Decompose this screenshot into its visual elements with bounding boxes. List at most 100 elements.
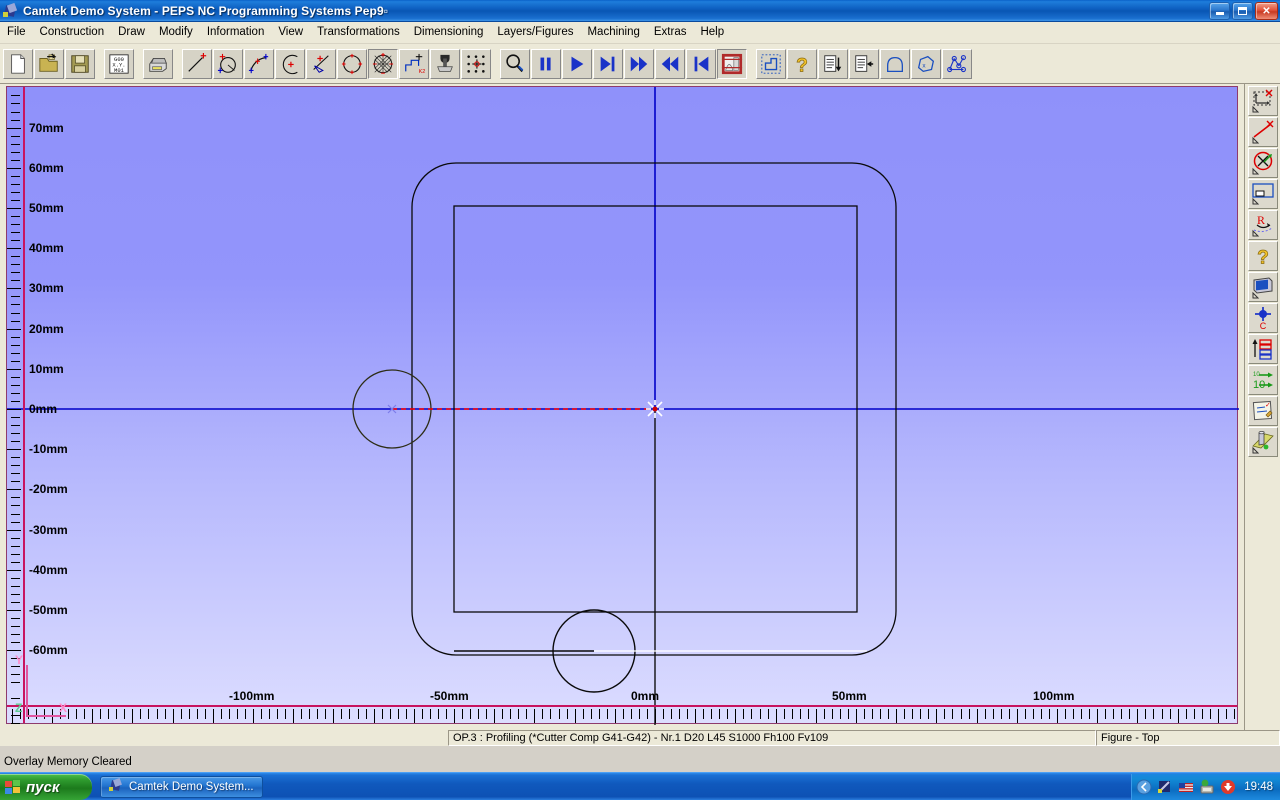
ruler-label-v: 40mm xyxy=(29,241,64,256)
toolbar-button-draw-arc[interactable] xyxy=(244,48,274,79)
ruler-tick-minor xyxy=(325,709,327,719)
toolbar-button-printer[interactable] xyxy=(143,48,173,79)
toolbar-button-node-network[interactable] xyxy=(942,48,972,79)
vertical-ruler[interactable]: 70mm 60mm 50mm 40mm 30mm 20mm 10mm 0mm -10mm -20m… xyxy=(7,87,68,724)
toolbar-button-fast-rewind[interactable] xyxy=(655,48,685,79)
ruler-tick-minor xyxy=(663,709,665,719)
ruler-tick-minor xyxy=(920,709,922,719)
printer-icon xyxy=(149,57,167,72)
ruler-tick-minor xyxy=(703,709,705,719)
toolbar-button-shape-outline-x[interactable]: x xyxy=(911,48,941,79)
ruler-tick-minor xyxy=(711,709,713,719)
ruler-label-v: 0mm xyxy=(29,402,58,416)
right-toolbar-button-dimension-box[interactable] xyxy=(1247,86,1278,116)
nc-code-g00-icon: G00X.Y.M01 xyxy=(109,53,129,73)
menu-dimensioning[interactable]: Dimensioning xyxy=(407,23,491,43)
toolbar-button-draw-circle-center[interactable] xyxy=(275,48,305,79)
toolbar-button-zoom-magnifier[interactable] xyxy=(500,48,530,79)
right-toolbar-button-layers-updown[interactable] xyxy=(1247,334,1278,364)
toolbar-button-help-question[interactable]: ? xyxy=(787,48,817,79)
ruler-tick-minor xyxy=(365,709,367,719)
menu-extras[interactable]: Extras xyxy=(647,23,694,43)
toolbar-button-point-grid[interactable] xyxy=(461,48,491,79)
ruler-tick-major xyxy=(333,709,335,723)
menu-view[interactable]: View xyxy=(271,23,310,43)
toolbar-button-pause[interactable] xyxy=(531,48,561,79)
ruler-tick-major xyxy=(614,709,616,723)
right-toolbar-button-center-crosshair-c[interactable]: C xyxy=(1247,303,1278,333)
ruler-tick-minor xyxy=(526,709,528,719)
ruler-label-v: 50mm xyxy=(29,201,64,215)
menu-bar: File Construction Draw Modify Information Vie… xyxy=(0,22,1280,44)
ruler-tick-minor xyxy=(839,709,841,719)
menu-draw[interactable]: Draw xyxy=(111,23,152,43)
toolbar-button-save-diskette[interactable] xyxy=(65,48,95,79)
right-toolbar-button-radius-r[interactable]: R xyxy=(1247,210,1278,240)
toolbar-button-list-left[interactable] xyxy=(849,48,879,79)
canvas-frame[interactable]: 70mm 60mm 50mm 40mm 30mm 20mm 10mm 0mm -10mm -20m… xyxy=(6,86,1239,725)
drawing-area[interactable]: 70mm 60mm 50mm 40mm 30mm 20mm 10mm 0mm -10mm -20m… xyxy=(0,84,1244,730)
taskbar-clock[interactable]: 19:48 xyxy=(1244,781,1273,793)
right-toolbar-button-notes-clipboard[interactable]: ✓ xyxy=(1247,396,1278,426)
toolbar-button-hatch-fill[interactable] xyxy=(368,48,398,79)
menu-layers-figures[interactable]: Layers/Figures xyxy=(490,23,580,43)
menu-information[interactable]: Information xyxy=(200,23,272,43)
toolbar-button-open-folder[interactable] xyxy=(34,48,64,79)
right-toolbar-button-monitor-screen[interactable] xyxy=(1247,272,1278,302)
menu-machining[interactable]: Machining xyxy=(580,23,646,43)
toolbar-button-contour-k2[interactable]: K2 xyxy=(399,48,429,79)
toolbar-button-new-file[interactable] xyxy=(3,48,33,79)
toolbar-button-tool-mill[interactable] xyxy=(430,48,460,79)
language-flag-icon[interactable] xyxy=(1178,779,1194,795)
ruler-tick-minor xyxy=(984,709,986,719)
toolbar-button-list-down[interactable] xyxy=(818,48,848,79)
right-toolbar-button-cylinder-3d[interactable] xyxy=(1247,427,1278,457)
toolbar-button-fast-forward[interactable] xyxy=(624,48,654,79)
right-toolbar-button-dimension-line[interactable] xyxy=(1247,117,1278,147)
toolbar-button-play[interactable] xyxy=(562,48,592,79)
menu-transformations[interactable]: Transformations xyxy=(310,23,407,43)
camtek-tray-icon[interactable] xyxy=(1157,779,1173,795)
horizontal-ruler[interactable]: -100mm -50mm 0mm 50mm 100mm xyxy=(7,689,1237,723)
ruler-tick-minor xyxy=(1233,709,1235,719)
ruler-tick-major xyxy=(7,127,21,129)
restore-button[interactable] xyxy=(1232,2,1253,20)
menu-file[interactable]: File xyxy=(0,23,33,43)
ruler-tick-minor xyxy=(11,465,20,467)
menu-help[interactable]: Help xyxy=(693,23,731,43)
ruler-tick-minor xyxy=(11,191,20,193)
ruler-tick-minor xyxy=(11,384,20,386)
window-title: Camtek Demo System - PEPS NC Programming… xyxy=(23,3,389,18)
ruler-tick-minor xyxy=(11,183,20,185)
close-button[interactable]: ✕ xyxy=(1255,2,1278,20)
right-toolbar-button-delete-circle[interactable] xyxy=(1247,148,1278,178)
menu-modify[interactable]: Modify xyxy=(152,23,200,43)
right-toolbar-button-help-question[interactable]: ? xyxy=(1247,241,1278,271)
toolbar-button-nc-code-g00[interactable]: G00 X.Y. M01 xyxy=(104,48,134,79)
network-disk-icon[interactable] xyxy=(1199,779,1215,795)
toolbar-button-shape-solid[interactable] xyxy=(880,48,910,79)
minimize-button[interactable] xyxy=(1209,2,1230,20)
toolbar-button-draw-line[interactable] xyxy=(182,48,212,79)
ruler-tick-major xyxy=(655,709,656,723)
update-arrow-icon[interactable] xyxy=(1220,779,1236,795)
menu-construction[interactable]: Construction xyxy=(33,23,112,43)
toolbar-button-draw-tangent[interactable] xyxy=(306,48,336,79)
toolbar-button-simulation-solid[interactable] xyxy=(717,48,747,79)
toolbar-button-rewind-to-start[interactable] xyxy=(686,48,716,79)
right-toolbar-button-window-zoom[interactable] xyxy=(1247,179,1278,209)
delete-circle-icon xyxy=(1252,151,1272,175)
ruler-tick-major xyxy=(7,248,21,250)
ruler-tick-minor xyxy=(1225,709,1227,719)
start-button[interactable]: пуск xyxy=(0,774,92,800)
ruler-tick-minor xyxy=(944,709,946,719)
toolbar-button-draw-circle-4pt[interactable] xyxy=(337,48,367,79)
toolbar-button-draw-circle-point[interactable] xyxy=(213,48,243,79)
right-toolbar-button-copy-10-arrows[interactable]: 10 10 xyxy=(1247,365,1278,395)
toolbar-button-play-to-end[interactable] xyxy=(593,48,623,79)
show-desktop-arrow-icon[interactable] xyxy=(1136,779,1152,795)
taskbar-item-camtek[interactable]: Camtek Demo System... xyxy=(100,775,263,798)
ruler-tick-minor xyxy=(1024,709,1026,719)
toolbar-button-profile-select[interactable] xyxy=(756,48,786,79)
ruler-tick-minor xyxy=(437,709,439,719)
